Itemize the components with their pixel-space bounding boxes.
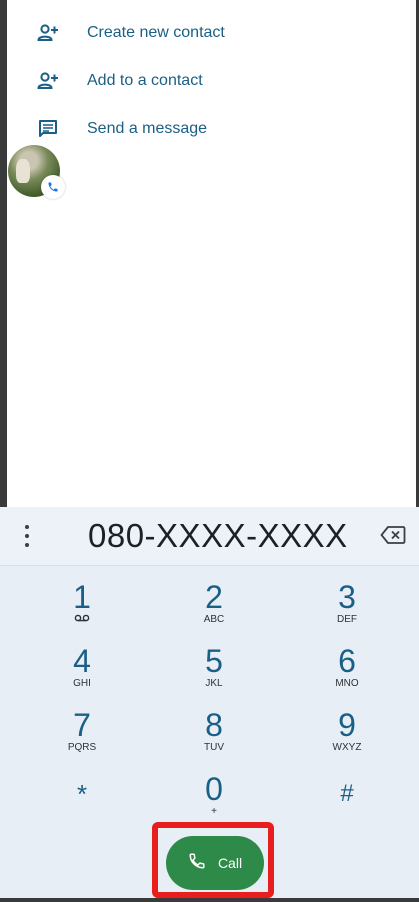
option-label: Send a message (87, 120, 208, 137)
key-digit: # (340, 780, 354, 807)
voicemail-icon (37, 614, 127, 626)
backspace-icon[interactable] (380, 525, 408, 547)
key-7[interactable]: 7 PQRS (37, 708, 127, 768)
key-letters: PQRS (67, 742, 97, 753)
key-digit: 5 (205, 643, 223, 679)
key-1[interactable]: 1 (37, 580, 127, 640)
key-letters: GHI (73, 678, 91, 689)
option-label: Add to a contact (87, 72, 203, 89)
key-8[interactable]: 8 TUV (169, 708, 259, 768)
key-letters: + (211, 806, 217, 817)
person-add-icon (37, 70, 59, 92)
key-digit: 6 (338, 643, 356, 679)
key-digit: 4 (73, 643, 91, 679)
key-star[interactable]: * (37, 777, 127, 837)
key-digit: 1 (73, 579, 91, 615)
key-2[interactable]: 2 ABC (169, 580, 259, 640)
avatar-photo (16, 159, 30, 183)
key-5[interactable]: 5 JKL (169, 644, 259, 704)
key-letters: TUV (204, 742, 224, 753)
key-digit: 2 (205, 579, 223, 615)
key-6[interactable]: 6 MNO (302, 644, 392, 704)
option-label: Create new contact (87, 24, 225, 41)
key-digit: 7 (73, 707, 91, 743)
key-digit: 8 (205, 707, 223, 743)
number-row: 080-XXXX-XXXX (0, 507, 419, 566)
key-letters: MNO (335, 678, 359, 689)
key-9[interactable]: 9 WXYZ (302, 708, 392, 768)
key-4[interactable]: 4 GHI (37, 644, 127, 704)
key-letters: WXYZ (332, 742, 362, 753)
phone-icon (41, 175, 65, 199)
key-digit: * (76, 779, 88, 809)
dialed-number[interactable]: 080-XXXX-XXXX (88, 517, 348, 555)
key-hash[interactable]: # (302, 777, 392, 837)
key-letters: DEF (337, 614, 357, 625)
send-message-option[interactable]: Send a message (7, 107, 416, 151)
message-icon (37, 118, 59, 140)
add-to-contact-option[interactable]: Add to a contact (7, 59, 416, 103)
key-3[interactable]: 3 DEF (302, 580, 392, 640)
more-vert-icon[interactable] (22, 525, 32, 547)
key-letters: ABC (203, 614, 225, 625)
create-new-contact-option[interactable]: Create new contact (7, 11, 416, 55)
phone-icon (188, 852, 206, 875)
person-add-icon (37, 22, 59, 44)
call-label: Call (217, 855, 243, 871)
key-digit: 0 (205, 771, 223, 807)
key-digit: 3 (338, 579, 356, 615)
key-digit: 9 (338, 707, 356, 743)
call-button[interactable]: Call (166, 836, 264, 890)
key-letters: JKL (205, 678, 223, 689)
